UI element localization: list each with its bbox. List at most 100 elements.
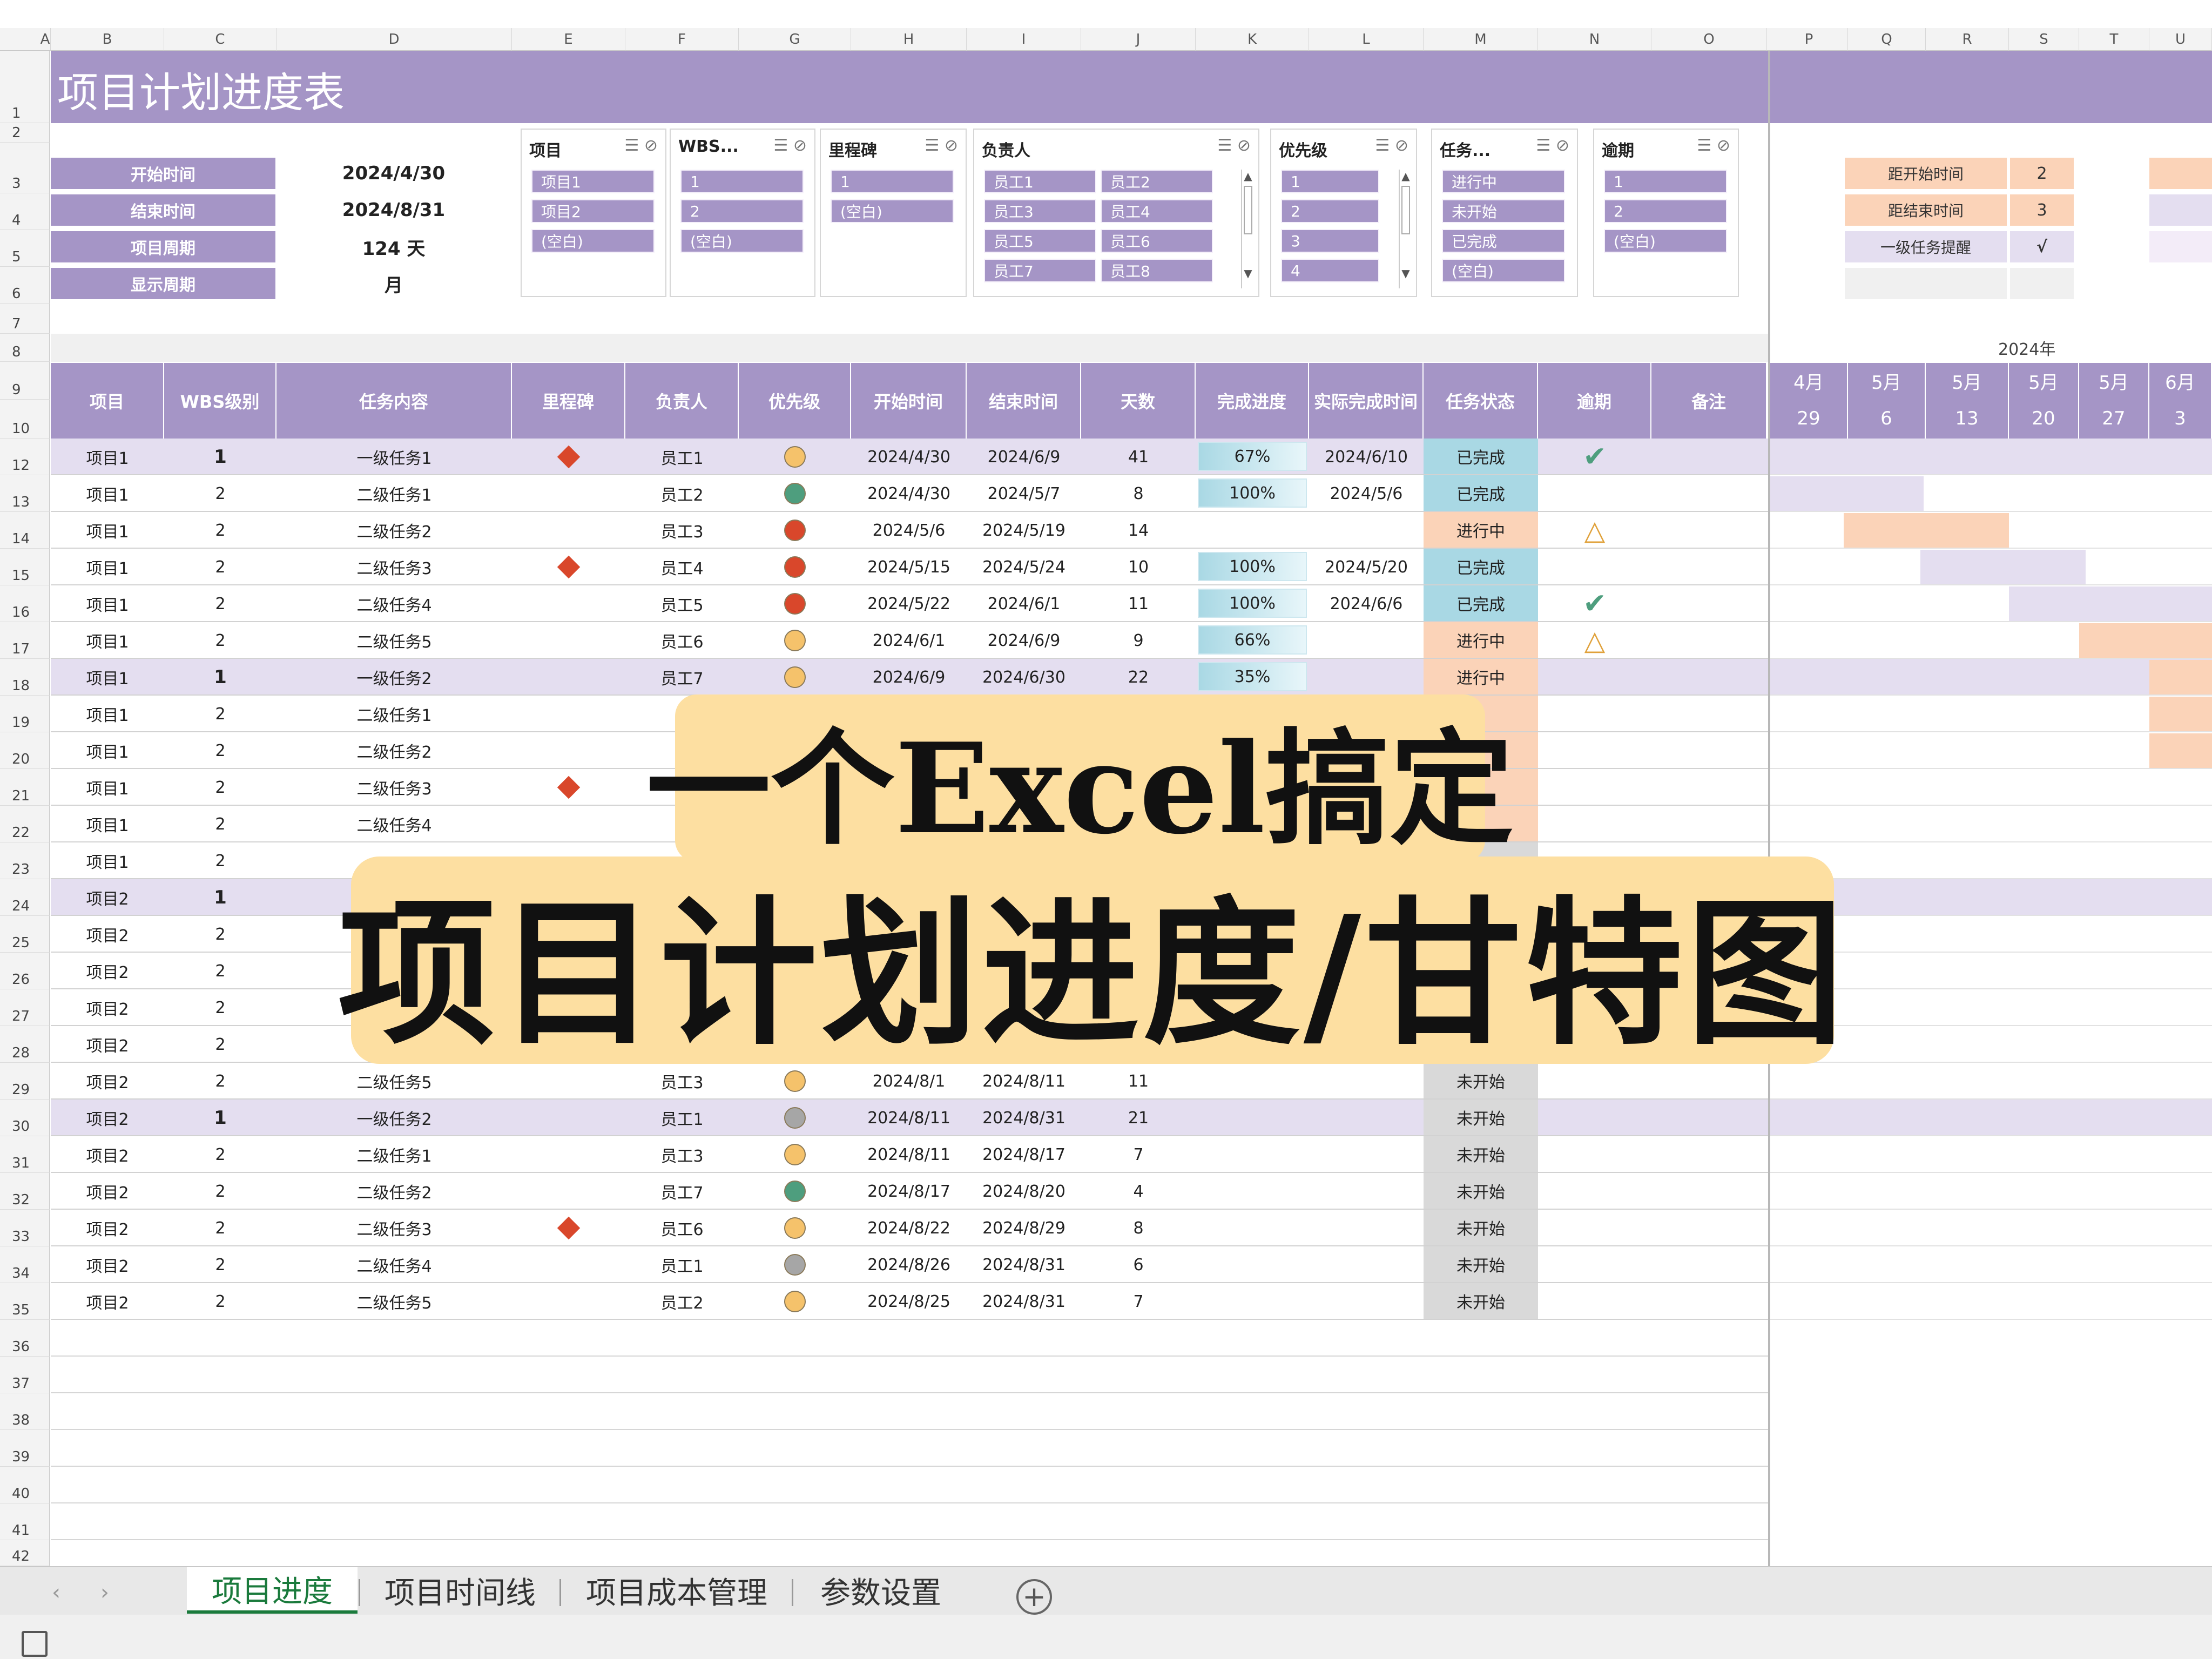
scroll-left-icon[interactable]: ‹ (52, 1580, 60, 1605)
slicer-item[interactable]: 员工5 (984, 229, 1096, 253)
progress-cell[interactable]: 100% (1198, 478, 1307, 508)
status-cell[interactable]: 未开始 (1424, 1100, 1538, 1135)
gantt-week-header[interactable]: 5月 13 (1926, 363, 2009, 439)
row-header-36[interactable]: 36 (0, 1320, 50, 1357)
table-row[interactable]: 项目1 2 二级任务3 员工4 2024/5/15 2024/5/24 10 100% 2024… (51, 549, 1768, 585)
status-cell[interactable]: 未开始 (1424, 1210, 1538, 1245)
gantt-bar[interactable] (1920, 550, 2086, 584)
actual-finish-cell[interactable]: 2024/5/6 (1309, 475, 1424, 512)
page-title[interactable]: 项目计划进度表 (57, 59, 345, 119)
actual-finish-cell[interactable]: 2024/6/10 (1309, 439, 1424, 475)
column-heading[interactable]: 里程碑 (512, 363, 625, 439)
gantt-week-header[interactable]: 5月 6 (1848, 363, 1926, 439)
row-header-2[interactable]: 2 (0, 123, 50, 143)
priority-cell[interactable] (739, 1136, 851, 1173)
wbs-cell[interactable]: 2 (164, 989, 276, 1026)
column-heading[interactable]: 负责人 (625, 363, 739, 439)
slicer-item[interactable]: 2 (680, 199, 804, 223)
slicer-item[interactable]: (空白) (1442, 259, 1565, 282)
owner-cell[interactable]: 员工3 (625, 512, 739, 549)
project-cell[interactable]: 项目1 (51, 769, 164, 806)
days-cell[interactable]: 14 (1081, 512, 1196, 549)
wbs-cell[interactable]: 2 (164, 842, 276, 879)
column-header-i[interactable]: I (967, 28, 1081, 51)
days-cell[interactable]: 11 (1081, 585, 1196, 622)
end-date-cell[interactable]: 2024/5/19 (967, 512, 1081, 549)
gantt-week-header[interactable]: 5月 27 (2079, 363, 2149, 439)
column-heading[interactable]: 结束时间 (967, 363, 1081, 439)
task-cell[interactable]: 二级任务1 (276, 475, 512, 512)
wbs-cell[interactable]: 2 (164, 1210, 276, 1246)
wbs-cell[interactable]: 2 (164, 1063, 276, 1100)
actual-finish-cell[interactable] (1309, 1246, 1424, 1283)
task-cell[interactable]: 二级任务1 (276, 696, 512, 732)
column-heading[interactable]: 开始时间 (851, 363, 967, 439)
table-row[interactable]: 项目1 2 二级任务1 员工2 2024/4/30 2024/5/7 8 100% 2024/5… (51, 475, 1768, 512)
row-header-40[interactable]: 40 (0, 1467, 50, 1503)
slicer-item[interactable]: 项目2 (531, 199, 655, 223)
column-header-f[interactable]: F (625, 28, 739, 51)
project-cell[interactable]: 项目2 (51, 879, 164, 916)
row-header-27[interactable]: 27 (0, 989, 50, 1026)
project-cell[interactable]: 项目1 (51, 806, 164, 842)
start-date-cell[interactable]: 2024/8/22 (851, 1210, 967, 1246)
row-header-33[interactable]: 33 (0, 1210, 50, 1246)
task-cell[interactable]: 二级任务3 (276, 549, 512, 585)
wbs-cell[interactable]: 2 (164, 1136, 276, 1173)
slicer-item[interactable]: 员工3 (984, 199, 1096, 223)
slicer-item[interactable]: 员工7 (984, 259, 1096, 282)
slicer-item[interactable]: 已完成 (1442, 229, 1565, 253)
task-cell[interactable]: 二级任务3 (276, 1210, 512, 1246)
end-date-cell[interactable]: 2024/8/31 (967, 1100, 1081, 1136)
row-header-39[interactable]: 39 (0, 1430, 50, 1467)
row-header-32[interactable]: 32 (0, 1173, 50, 1210)
slicer-multiselect-icon[interactable]: ☰ ⊘ (1375, 136, 1408, 155)
wbs-cell[interactable]: 2 (164, 1173, 276, 1210)
project-cell[interactable]: 项目2 (51, 1210, 164, 1246)
info-value[interactable]: 月 (278, 268, 510, 299)
column-header-p[interactable]: P (1770, 28, 1848, 51)
table-row[interactable]: 项目2 2 二级任务5 员工2 2024/8/25 2024/8/31 7 未开始 (51, 1283, 1768, 1320)
end-date-cell[interactable]: 2024/8/20 (967, 1173, 1081, 1210)
slicer-multiselect-icon[interactable]: ☰ ⊘ (925, 136, 958, 155)
end-date-cell[interactable]: 2024/6/9 (967, 622, 1081, 659)
gantt-bar[interactable] (2149, 733, 2212, 768)
wbs-cell[interactable]: 2 (164, 1283, 276, 1320)
column-heading[interactable]: 项目 (51, 363, 164, 439)
row-header-4[interactable]: 4 (0, 193, 50, 230)
task-cell[interactable]: 一级任务2 (276, 1100, 512, 1136)
sheet-tab[interactable]: 参数设置 (794, 1567, 968, 1614)
wbs-cell[interactable]: 2 (164, 769, 276, 806)
row-header-1[interactable]: 1 (0, 51, 50, 123)
row-header-41[interactable]: 41 (0, 1503, 50, 1540)
param-value[interactable]: √ (2010, 231, 2074, 262)
project-cell[interactable]: 项目2 (51, 1063, 164, 1100)
days-cell[interactable]: 9 (1081, 622, 1196, 659)
row-header-13[interactable]: 13 (0, 475, 50, 512)
row-header-8[interactable]: 8 (0, 334, 50, 362)
wbs-cell[interactable]: 2 (164, 696, 276, 732)
milestone-cell[interactable] (512, 1210, 625, 1246)
row-header-17[interactable]: 17 (0, 622, 50, 659)
column-heading[interactable]: 任务内容 (276, 363, 512, 439)
start-date-cell[interactable]: 2024/4/30 (851, 475, 967, 512)
priority-cell[interactable] (739, 1173, 851, 1210)
start-date-cell[interactable]: 2024/8/25 (851, 1283, 967, 1320)
column-heading[interactable]: 优先级 (739, 363, 851, 439)
wbs-cell[interactable]: 2 (164, 1246, 276, 1283)
end-date-cell[interactable]: 2024/5/24 (967, 549, 1081, 585)
end-date-cell[interactable]: 2024/8/29 (967, 1210, 1081, 1246)
owner-cell[interactable]: 员工6 (625, 1210, 739, 1246)
task-cell[interactable]: 一级任务2 (276, 659, 512, 696)
slicer-multiselect-icon[interactable]: ☰ ⊘ (1697, 136, 1730, 155)
priority-cell[interactable] (739, 475, 851, 512)
days-cell[interactable]: 41 (1081, 439, 1196, 475)
wbs-cell[interactable]: 1 (164, 659, 276, 696)
project-cell[interactable]: 项目1 (51, 622, 164, 659)
column-heading[interactable]: 任务状态 (1424, 363, 1538, 439)
wbs-cell[interactable]: 2 (164, 953, 276, 989)
priority-cell[interactable] (739, 1283, 851, 1320)
wbs-cell[interactable]: 2 (164, 622, 276, 659)
wbs-cell[interactable]: 2 (164, 1026, 276, 1063)
gantt-bar[interactable] (2079, 623, 2212, 658)
